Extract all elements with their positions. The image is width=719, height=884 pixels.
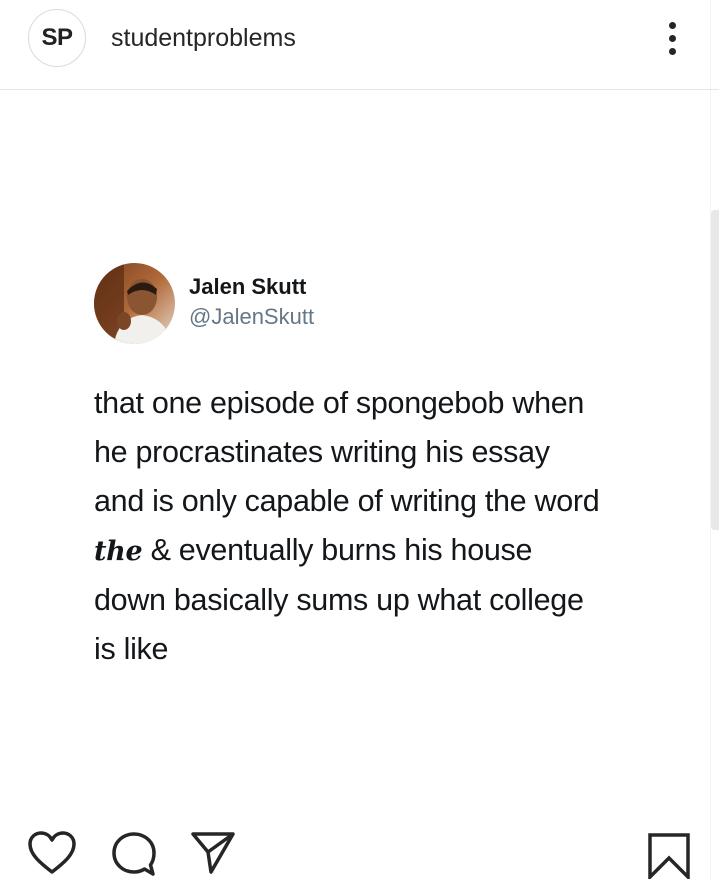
tweet-line: down basically sums up what college bbox=[94, 583, 584, 617]
heart-icon[interactable] bbox=[27, 830, 77, 881]
tweet-line: and is only capable of writing the word bbox=[94, 484, 600, 518]
tweet-author-handle: @JalenSkutt bbox=[189, 304, 315, 329]
stylized-word: the bbox=[94, 536, 143, 567]
tweet-line: the & eventually burns his house bbox=[94, 526, 654, 576]
send-icon[interactable] bbox=[190, 830, 236, 881]
scroll-handle[interactable] bbox=[711, 210, 719, 530]
comment-icon[interactable] bbox=[110, 830, 158, 883]
tweet-avatar bbox=[94, 263, 175, 344]
avatar-initials: SP bbox=[41, 24, 73, 51]
username-link[interactable]: studentproblems bbox=[111, 23, 296, 53]
bookmark-icon[interactable] bbox=[646, 833, 692, 884]
tweet-line: that one episode of spongebob when bbox=[94, 386, 585, 420]
tweet-line: is like bbox=[94, 632, 169, 666]
tweet-line-text: & eventually burns his house bbox=[150, 533, 533, 567]
tweet-author-name: Jalen Skutt bbox=[189, 274, 307, 299]
tweet-line: he procrastinates writing his essay bbox=[94, 435, 550, 469]
tweet-text: that one episode of spongebob when he pr… bbox=[94, 379, 654, 674]
more-options-icon[interactable] bbox=[656, 14, 688, 62]
profile-avatar[interactable]: SP bbox=[28, 9, 86, 67]
post-header: SP studentproblems bbox=[0, 0, 719, 90]
